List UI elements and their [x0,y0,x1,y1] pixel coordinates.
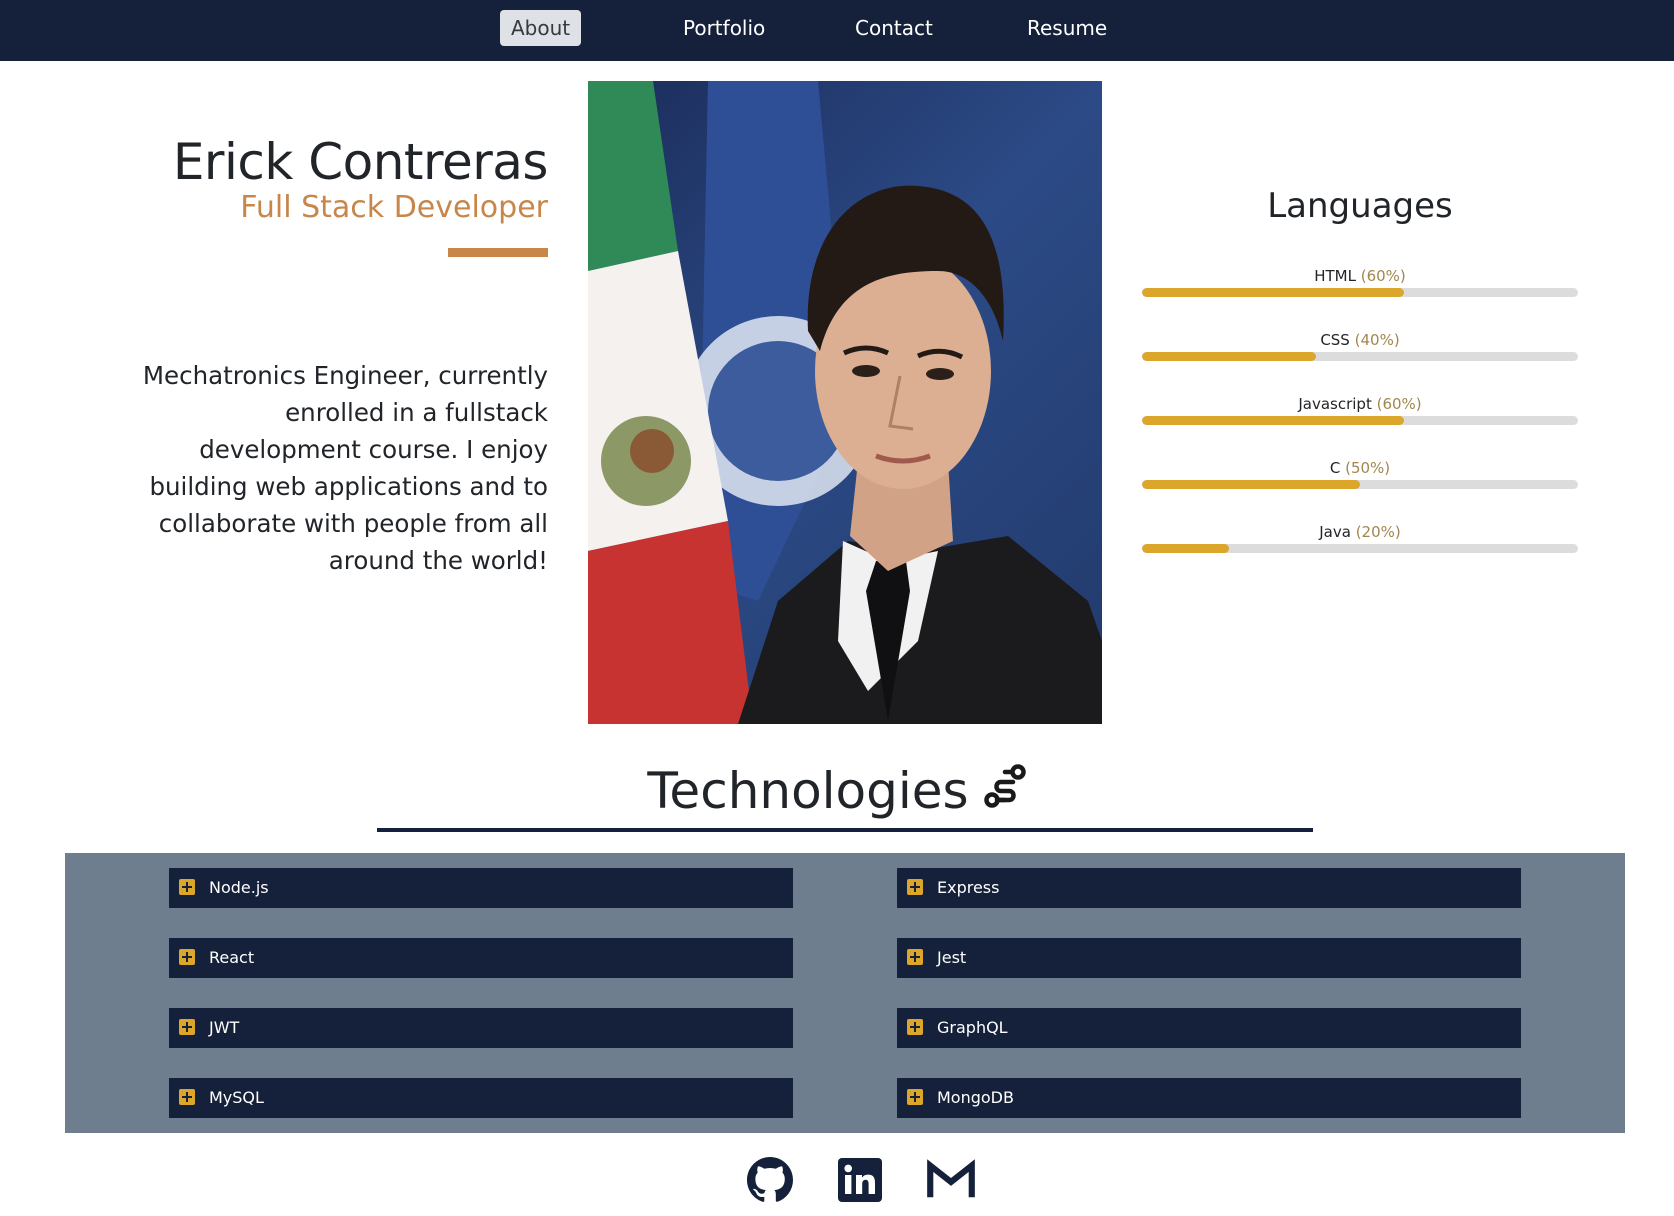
skill-label: C (50%) [1142,458,1578,478]
technologies-title: Technologies [0,762,1674,821]
tech-item-express[interactable]: Express [897,868,1521,908]
tech-item-label: GraphQL [937,1018,1008,1037]
skill-name: Java [1319,523,1351,541]
nav-portfolio[interactable]: Portfolio [672,10,776,46]
tech-item-label: MySQL [209,1088,264,1107]
nav-resume[interactable]: Resume [1016,10,1118,46]
skill-progress-fill [1142,480,1360,489]
skill-label: Javascript (60%) [1142,394,1578,414]
tech-item-label: Jest [937,948,967,967]
skill-percent: (60%) [1376,395,1422,413]
skill-percent: (40%) [1354,331,1400,349]
skill-label: Java (20%) [1142,522,1578,542]
plus-icon [907,1089,923,1105]
skill-label: CSS (40%) [1142,330,1578,350]
skill-percent: (50%) [1345,459,1391,477]
skill-html: HTML (60%) [1142,266,1578,297]
skill-label: HTML (60%) [1142,266,1578,286]
profile-name: Erick Contreras [172,133,549,191]
tech-item-mysql[interactable]: MySQL [169,1078,793,1118]
skill-progress-track [1142,352,1578,361]
tech-item-react[interactable]: React [169,938,793,978]
plus-icon [179,1089,195,1105]
skill-progress-track [1142,480,1578,489]
skill-name: Javascript [1298,395,1372,413]
tech-item-label: MongoDB [937,1088,1014,1107]
technologies-title-text: Technologies [647,762,969,820]
nav-about[interactable]: About [500,10,582,46]
skill-css: CSS (40%) [1142,330,1578,361]
skill-progress-track [1142,416,1578,425]
linkedin-icon[interactable] [836,1156,884,1204]
tech-item-jest[interactable]: Jest [897,938,1521,978]
plus-icon [907,879,923,895]
skill-progress-fill [1142,416,1404,425]
plus-icon [179,949,195,965]
languages-title: Languages [1267,186,1453,226]
plus-icon [907,1019,923,1035]
tech-item-label: JWT [209,1018,240,1037]
plus-icon [179,879,195,895]
navbar: About Portfolio Contact Resume [0,0,1674,61]
skill-name: C [1329,459,1341,477]
profile-bio: Mechatronics Engineer, currently enrolle… [142,361,548,575]
accent-divider [448,248,548,257]
skill-name: HTML [1314,267,1356,285]
route-icon [983,763,1027,821]
gmail-icon[interactable] [926,1156,975,1204]
technologies-underline [377,828,1313,832]
technologies-panel: Node.js Express React Jest JWT GraphQL M… [65,853,1625,1133]
plus-icon [907,949,923,965]
skill-name: CSS [1320,331,1350,349]
skill-progress-fill [1142,544,1230,553]
skill-progress-track [1142,288,1578,297]
nav-contact[interactable]: Contact [844,10,944,46]
skill-c: C (50%) [1142,458,1578,489]
profile-role: Full Stack Developer [240,190,548,225]
tech-item-label: Express [937,878,1000,897]
tech-item-mongodb[interactable]: MongoDB [897,1078,1521,1118]
tech-item-label: Node.js [209,878,269,897]
tech-item-label: React [209,948,255,967]
tech-item-jwt[interactable]: JWT [169,1008,793,1048]
github-icon[interactable] [746,1156,794,1204]
profile-photo [588,81,1102,724]
plus-icon [179,1019,195,1035]
skill-progress-track [1142,544,1578,553]
tech-item-graphql[interactable]: GraphQL [897,1008,1521,1048]
skill-progress-fill [1142,352,1317,361]
skill-percent: (20%) [1355,523,1401,541]
tech-item-nodejs[interactable]: Node.js [169,868,793,908]
skill-progress-fill [1142,288,1404,297]
skill-java: Java (20%) [1142,522,1578,553]
skill-percent: (60%) [1360,267,1406,285]
skill-javascript: Javascript (60%) [1142,394,1578,425]
